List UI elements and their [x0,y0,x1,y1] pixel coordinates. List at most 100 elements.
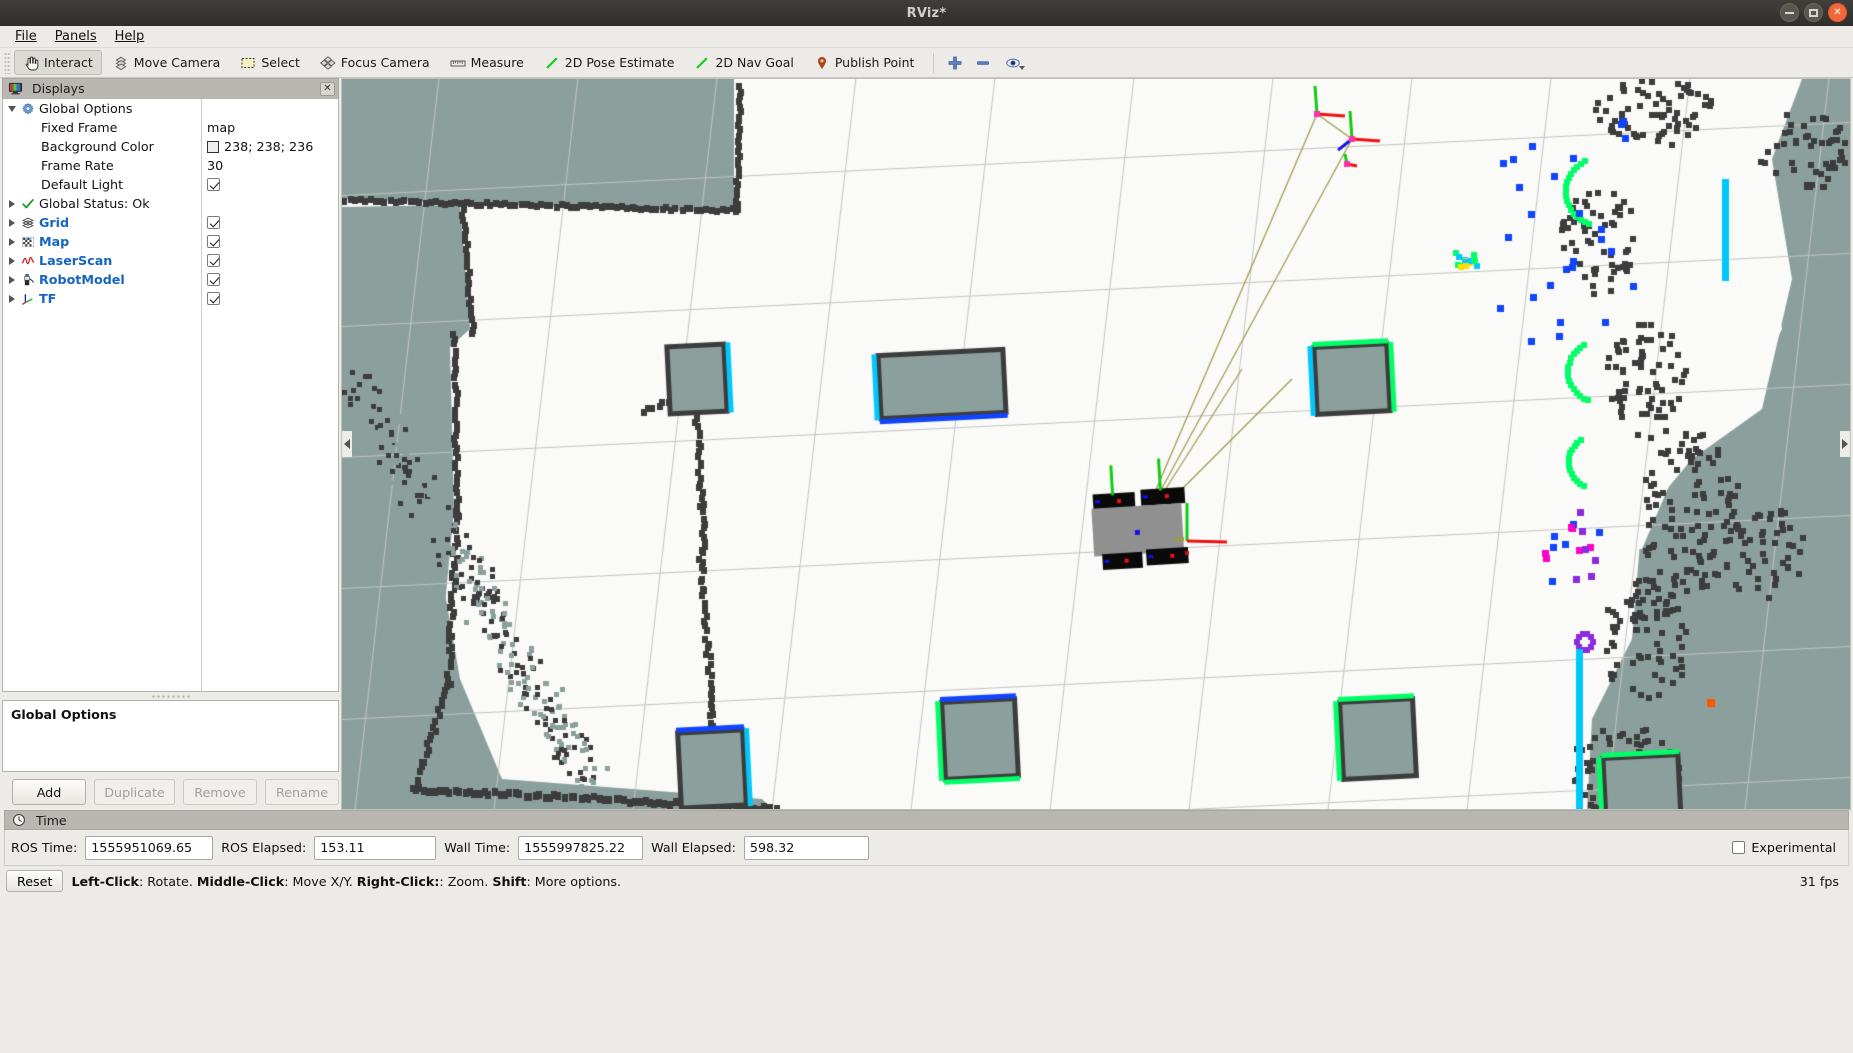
tool-publish-point[interactable]: Publish Point [805,50,924,75]
minimize-button[interactable] [1780,3,1799,22]
hint-seg: Left-Click [71,874,139,889]
ros-time-input[interactable]: 1555951069.65 [85,836,213,860]
displays-panel-title: Displays [32,81,315,96]
tree-row-fixed-frame[interactable]: Fixed Frame map [3,118,338,137]
robotmodel-checkbox[interactable] [207,273,220,286]
gear-icon [20,101,35,116]
tree-row-frame-rate[interactable]: Frame Rate 30 [3,156,338,175]
time-panel-title: Time [36,813,1844,828]
pose-arrow-icon [544,55,560,71]
tree-row-grid[interactable]: Grid [3,213,338,232]
main-area: Displays ✕ Global Options Fixed Frame ma… [0,78,1853,810]
frame-rate-value[interactable]: 30 [207,156,223,175]
tree-row-map[interactable]: Map [3,232,338,251]
twisty-collapsed-icon[interactable] [3,200,20,208]
twisty-collapsed-icon[interactable] [3,276,20,284]
hint-seg: : Zoom. [439,874,492,889]
collapse-left-dock-handle[interactable] [342,431,352,457]
tool-2d-nav-goal[interactable]: 2D Nav Goal [685,50,802,75]
background-color-value[interactable]: 238; 238; 236 [207,137,313,156]
twisty-collapsed-icon[interactable] [3,295,20,303]
tool-focus-camera[interactable]: Focus Camera [311,50,439,75]
remove-button[interactable]: Remove [183,779,257,805]
map-enabled-value[interactable] [207,232,220,251]
remove-tool-icon[interactable] [970,51,996,75]
default-light-value[interactable] [207,175,220,194]
wall-elapsed-input[interactable]: 598.32 [744,836,869,860]
view-canvas[interactable] [342,79,1850,809]
collapse-right-dock-handle[interactable] [1840,431,1850,457]
tree-label: RobotModel [39,272,338,287]
fps-counter: 31 fps [1800,874,1847,889]
rename-button[interactable]: Rename [265,779,339,805]
tree-row-robotmodel[interactable]: RobotModel [3,270,338,289]
laserscan-enabled-value[interactable] [207,251,220,270]
menu-panels[interactable]: Panels [46,27,106,46]
render-view-3d[interactable] [341,78,1851,810]
add-button[interactable]: Add [12,779,86,805]
tree-row-background-color[interactable]: Background Color 238; 238; 236 [3,137,338,156]
tree-value-text: 30 [207,158,223,173]
robot-icon [20,272,35,287]
fixed-frame-value[interactable]: map [207,118,235,137]
tf-enabled-value[interactable] [207,289,220,308]
tool-move-camera[interactable]: Move Camera [104,50,230,75]
tree-label: Fixed Frame [3,120,338,135]
twisty-collapsed-icon[interactable] [3,219,20,227]
reset-button[interactable]: Reset [6,870,63,892]
default-light-checkbox[interactable] [207,178,220,191]
grid-enabled-value[interactable] [207,213,220,232]
tree-row-default-light[interactable]: Default Light [3,175,338,194]
color-swatch[interactable] [207,141,219,153]
map-checkbox[interactable] [207,235,220,248]
left-dock: Displays ✕ Global Options Fixed Frame ma… [0,78,341,810]
property-description-box: Global Options [2,700,339,772]
laserscan-checkbox[interactable] [207,254,220,267]
wall-time-label: Wall Time: [444,840,510,855]
tree-row-tf[interactable]: TF [3,289,338,308]
time-panel-body: ROS Time: 1555951069.65 ROS Elapsed: 153… [4,830,1849,866]
twisty-collapsed-icon[interactable] [3,238,20,246]
chevron-down-icon [1019,66,1025,70]
add-tool-icon[interactable] [942,51,968,75]
tree-row-global-options[interactable]: Global Options [3,99,338,118]
ros-elapsed-input[interactable]: 153.11 [314,836,436,860]
grid-icon [20,215,35,230]
tool-2d-pose-estimate[interactable]: 2D Pose Estimate [535,50,684,75]
hint-seg: : Rotate. [139,874,197,889]
map-pin-icon [814,55,830,71]
wall-time-input[interactable]: 1555997825.22 [518,836,643,860]
tree-label: Global Status: Ok [39,196,338,211]
twisty-collapsed-icon[interactable] [3,257,20,265]
maximize-button[interactable] [1804,3,1823,22]
experimental-checkbox[interactable] [1732,841,1745,854]
menu-file[interactable]: File [6,27,46,46]
grid-checkbox[interactable] [207,216,220,229]
tree-row-global-status[interactable]: Global Status: Ok [3,194,338,213]
tf-axes-icon [20,291,35,306]
hint-seg: Right-Click: [357,874,440,889]
displays-close-icon[interactable]: ✕ [320,82,335,96]
close-button[interactable]: ✕ [1828,3,1847,22]
displays-tree[interactable]: Global Options Fixed Frame map Backgroun… [2,98,339,692]
panel-splitter[interactable] [2,692,339,700]
experimental-toggle[interactable]: Experimental [1732,840,1842,855]
tool-select[interactable]: Select [231,50,309,75]
tf-checkbox[interactable] [207,292,220,305]
tree-value-text: 238; 238; 236 [224,139,313,154]
tool-focus-camera-label: Focus Camera [341,55,430,70]
toolbar-grip[interactable] [4,52,11,74]
tool-interact[interactable]: Interact [14,50,102,75]
displays-button-row: Add Duplicate Remove Rename [2,772,339,810]
tool-measure[interactable]: Measure [441,50,533,75]
ros-elapsed-label: ROS Elapsed: [221,840,306,855]
select-rect-icon [240,55,256,71]
menu-help[interactable]: Help [106,27,154,46]
displays-panel-header: Displays ✕ [2,78,339,98]
robotmodel-enabled-value[interactable] [207,270,220,289]
visibility-eye-icon[interactable] [998,51,1032,75]
duplicate-button[interactable]: Duplicate [94,779,175,805]
hint-seg: : Move X/Y. [284,874,357,889]
tree-row-laserscan[interactable]: LaserScan [3,251,338,270]
twisty-expanded-icon[interactable] [3,106,20,112]
